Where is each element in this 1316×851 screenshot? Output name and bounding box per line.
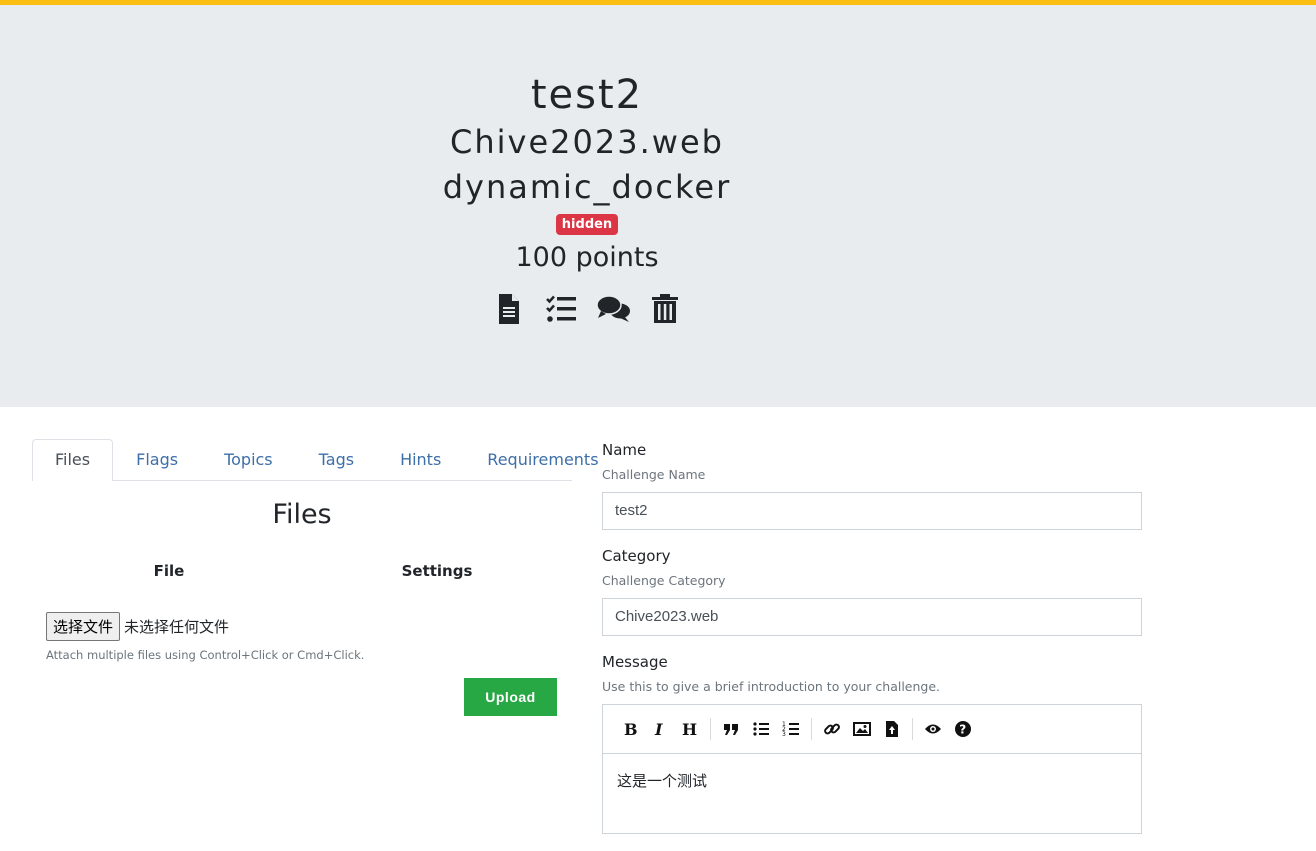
file-text-icon[interactable] xyxy=(492,292,526,326)
state-badge: hidden xyxy=(555,214,619,235)
tab-tags[interactable]: Tags xyxy=(296,439,377,480)
quote-icon[interactable] xyxy=(716,714,746,744)
upload-file-icon[interactable] xyxy=(877,714,907,744)
tab-hints[interactable]: Hints xyxy=(377,439,464,480)
ordered-list-icon[interactable]: 123 xyxy=(776,714,806,744)
tasks-icon[interactable] xyxy=(544,292,578,326)
name-help: Challenge Name xyxy=(602,467,706,482)
toolbar-divider xyxy=(912,718,913,740)
help-icon[interactable]: ? xyxy=(948,714,978,744)
toolbar-divider xyxy=(710,718,711,740)
category-input[interactable]: Chive2023.web xyxy=(602,598,1142,636)
trash-icon[interactable] xyxy=(648,292,682,326)
challenge-type: dynamic_docker xyxy=(442,168,732,206)
svg-text:3: 3 xyxy=(782,731,786,738)
tab-topics[interactable]: Topics xyxy=(201,439,296,480)
file-input: 选择文件 未选择任何文件 xyxy=(32,612,572,641)
svg-text:B: B xyxy=(624,720,638,738)
challenge-points: 100 points xyxy=(515,242,659,273)
files-title: Files xyxy=(272,499,332,530)
link-icon[interactable] xyxy=(817,714,847,744)
name-label: Name xyxy=(602,441,647,459)
italic-icon[interactable]: I xyxy=(645,714,675,744)
challenge-name: test2 xyxy=(530,72,644,118)
files-section: Files Flags Topics Tags Hints Requiremen… xyxy=(32,439,599,851)
tab-flags[interactable]: Flags xyxy=(113,439,201,480)
toolbar-divider xyxy=(811,718,812,740)
heading-icon[interactable]: H xyxy=(675,714,705,744)
choose-file-button[interactable]: 选择文件 xyxy=(46,612,121,641)
editor-toolbar: B I H 123 ? xyxy=(603,705,1141,754)
file-hint: Attach multiple files using Control+Clic… xyxy=(46,648,365,662)
challenge-form: Name Challenge Name test2 Category Chall… xyxy=(602,441,1142,851)
bold-icon[interactable]: B xyxy=(615,714,645,744)
comments-icon[interactable] xyxy=(596,292,630,326)
message-editor-content[interactable]: 这是一个测试 xyxy=(603,754,1141,807)
file-column-header: File xyxy=(153,562,185,580)
no-file-text: 未选择任何文件 xyxy=(124,618,230,636)
category-help: Challenge Category xyxy=(602,573,726,588)
files-table-header: File Settings xyxy=(32,562,572,580)
upload-button[interactable]: Upload xyxy=(464,678,557,716)
svg-text:H: H xyxy=(682,720,697,738)
name-input[interactable]: test2 xyxy=(602,492,1142,530)
settings-column-header: Settings xyxy=(401,562,473,580)
challenge-header: test2 Chive2023.web dynamic_docker hidde… xyxy=(0,5,1316,407)
category-label: Category xyxy=(602,547,671,565)
tab-requirements[interactable]: Requirements xyxy=(464,439,621,480)
image-icon[interactable] xyxy=(847,714,877,744)
challenge-category: Chive2023.web xyxy=(450,123,724,161)
tab-files[interactable]: Files xyxy=(32,439,114,481)
svg-text:?: ? xyxy=(959,723,966,737)
svg-text:I: I xyxy=(654,720,663,738)
challenge-tabs: Files Flags Topics Tags Hints Requiremen… xyxy=(32,439,599,481)
message-label: Message xyxy=(602,653,668,671)
unordered-list-icon[interactable] xyxy=(746,714,776,744)
message-help: Use this to give a brief introduction to… xyxy=(602,679,941,694)
message-editor: B I H 123 ? 这是一个测试 xyxy=(602,704,1142,834)
header-actions xyxy=(492,292,682,326)
preview-eye-icon[interactable] xyxy=(918,714,948,744)
